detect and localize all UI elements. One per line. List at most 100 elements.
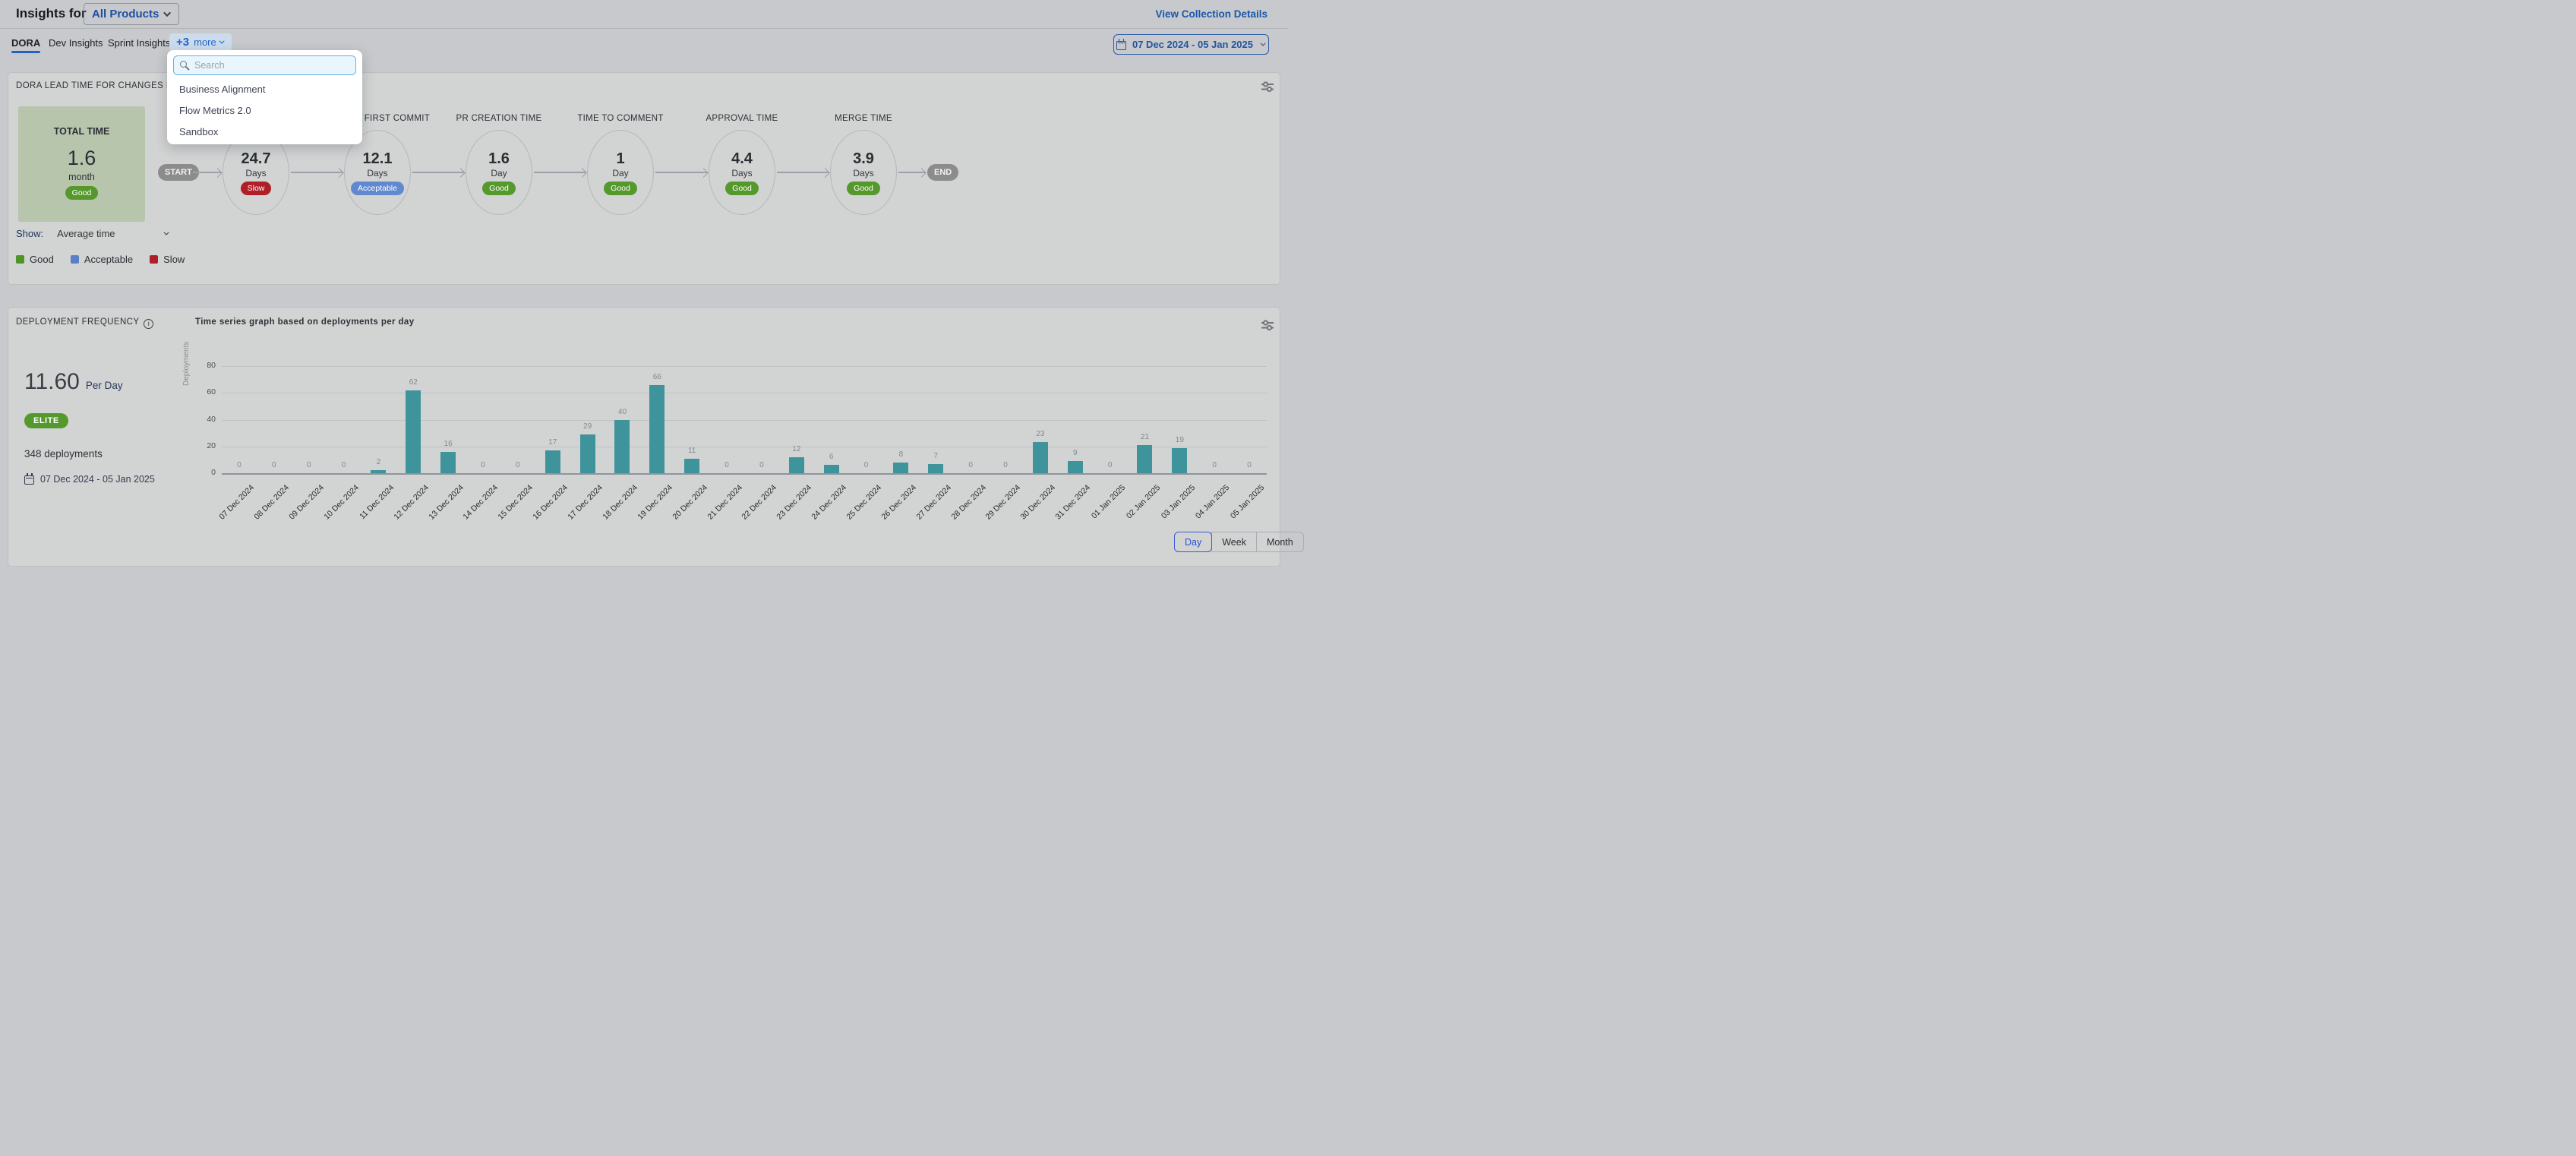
stage-value: 12.1: [363, 150, 393, 167]
pipeline-end-pill: END: [927, 164, 958, 181]
deployment-bar[interactable]: [1033, 442, 1048, 473]
bar-value-label: 0: [954, 461, 987, 469]
deployment-bar[interactable]: [406, 390, 421, 473]
chart-gridline: [222, 420, 1267, 421]
x-axis-tick-label: 30 Dec 2024: [1019, 483, 1058, 522]
y-axis-tick-label: 0: [187, 468, 216, 477]
stage-label: MERGE TIME: [807, 112, 920, 126]
legend-swatch: [71, 255, 79, 264]
deployment-title-text: DEPLOYMENT FREQUENCY: [16, 317, 139, 327]
bar-value-label: 6: [815, 453, 848, 461]
deployment-bar[interactable]: [1137, 445, 1152, 473]
legend-swatch: [150, 255, 158, 264]
x-axis-tick-label: 10 Dec 2024: [322, 483, 361, 522]
rate-unit: Per Day: [86, 380, 123, 391]
stage-unit: Day: [612, 168, 628, 178]
dropdown-item[interactable]: Flow Metrics 2.0: [179, 105, 251, 116]
x-axis-tick-label: 21 Dec 2024: [706, 483, 744, 522]
deployment-bar[interactable]: [649, 385, 665, 473]
bar-value-label: 66: [640, 373, 674, 381]
deployment-bar[interactable]: [1068, 461, 1083, 473]
deployment-bar[interactable]: [684, 459, 699, 473]
widget-settings-icon[interactable]: [1261, 319, 1274, 331]
granularity-day-button[interactable]: Day: [1174, 532, 1212, 552]
bar-value-label: 11: [675, 447, 709, 455]
search-icon: [180, 61, 187, 68]
deployment-bar[interactable]: [371, 470, 386, 473]
view-collection-details-link[interactable]: View Collection Details: [1155, 8, 1267, 20]
stage-value: 4.4: [731, 150, 753, 167]
deployment-bar[interactable]: [928, 464, 943, 473]
more-tabs-dropdown: Business Alignment Flow Metrics 2.0 Sandbo…: [167, 50, 362, 144]
stage-value: 1.6: [488, 150, 510, 167]
bar-value-label: 23: [1024, 430, 1057, 438]
chart-subtitle: Time series graph based on deployments p…: [195, 317, 415, 327]
total-time-panel: TOTAL TIME 1.6 month Good: [18, 106, 145, 222]
x-axis-tick-label: 05 Jan 2025: [1229, 483, 1266, 520]
bar-value-label: 0: [745, 461, 778, 469]
stage-circle: 3.9DaysGood: [830, 130, 897, 215]
deployment-bar[interactable]: [545, 450, 560, 473]
stage-label: PR CREATION TIME: [442, 112, 556, 126]
deployment-bar[interactable]: [893, 463, 908, 473]
deployment-bar[interactable]: [789, 457, 804, 473]
active-tab-underline: [11, 51, 40, 53]
x-axis-tick-label: 13 Dec 2024: [427, 483, 466, 522]
info-icon[interactable]: i: [144, 319, 153, 329]
total-time-label: TOTAL TIME: [54, 126, 110, 137]
x-axis-tick-label: 16 Dec 2024: [532, 483, 570, 522]
legend-label: Good: [30, 254, 54, 265]
stage-circle: 4.4DaysGood: [709, 130, 775, 215]
deployment-bar[interactable]: [440, 452, 456, 473]
dropdown-item[interactable]: Sandbox: [179, 126, 218, 137]
dropdown-item[interactable]: Business Alignment: [179, 84, 265, 95]
bar-value-label: 0: [1233, 461, 1266, 469]
chevron-down-icon: [219, 39, 224, 44]
more-tabs-button[interactable]: +3 more: [169, 33, 232, 51]
stage-unit: Days: [245, 168, 266, 178]
deployment-bar[interactable]: [580, 434, 595, 473]
show-metric-select[interactable]: Average time: [57, 228, 169, 239]
y-axis-tick-label: 40: [187, 415, 216, 424]
tab-dev-insights[interactable]: Dev Insights: [49, 37, 103, 49]
tab-sprint-insights[interactable]: Sprint Insights: [108, 37, 170, 49]
x-axis-tick-label: 19 Dec 2024: [636, 483, 674, 522]
date-range-picker[interactable]: 07 Dec 2024 - 05 Jan 2025: [1113, 34, 1269, 55]
stage-rating-badge: Good: [725, 182, 759, 195]
collection-selector[interactable]: All Products: [84, 3, 179, 25]
legend-label: Acceptable: [84, 254, 133, 265]
bar-value-label: 0: [466, 461, 500, 469]
page-title: Insights for: [16, 6, 87, 21]
bar-value-label: 2: [361, 458, 395, 466]
tab-dora[interactable]: DORA: [11, 37, 40, 49]
stage-rating-badge: Slow: [241, 182, 272, 195]
deployment-bar[interactable]: [614, 420, 630, 474]
rate-value: 11.60: [24, 369, 80, 395]
bar-value-label: 12: [780, 445, 813, 453]
elite-tier-badge: ELITE: [24, 413, 68, 428]
granularity-month-button[interactable]: Month: [1256, 532, 1304, 552]
bar-value-label: 19: [1163, 436, 1196, 444]
deployment-bar[interactable]: [824, 465, 839, 473]
stage-circle: 1.6DayGood: [466, 130, 532, 215]
legend-item: Acceptable: [71, 254, 133, 265]
bar-value-label: 40: [605, 408, 639, 416]
x-axis-tick-label: 28 Dec 2024: [949, 483, 988, 522]
x-axis-tick-label: 01 Jan 2025: [1090, 483, 1127, 520]
y-axis-tick-label: 20: [187, 441, 216, 450]
x-axis-tick-label: 17 Dec 2024: [567, 483, 605, 522]
widget-settings-icon[interactable]: [1261, 81, 1274, 93]
more-tabs-count: +3: [176, 36, 189, 49]
total-deployments: 348 deployments: [24, 448, 103, 460]
x-axis-tick-label: 04 Jan 2025: [1194, 483, 1231, 520]
x-axis-tick-label: 08 Dec 2024: [253, 483, 292, 522]
stage-label: APPROVAL TIME: [685, 112, 799, 126]
deployment-bar[interactable]: [1172, 448, 1187, 473]
search-input[interactable]: [173, 55, 356, 75]
bar-value-label: 0: [1094, 461, 1127, 469]
x-axis-tick-label: 03 Jan 2025: [1159, 483, 1196, 520]
x-axis-tick-label: 26 Dec 2024: [879, 483, 918, 522]
granularity-week-button[interactable]: Week: [1211, 532, 1257, 552]
more-tabs-label: more: [194, 36, 216, 48]
x-axis-tick-label: 12 Dec 2024: [392, 483, 431, 522]
